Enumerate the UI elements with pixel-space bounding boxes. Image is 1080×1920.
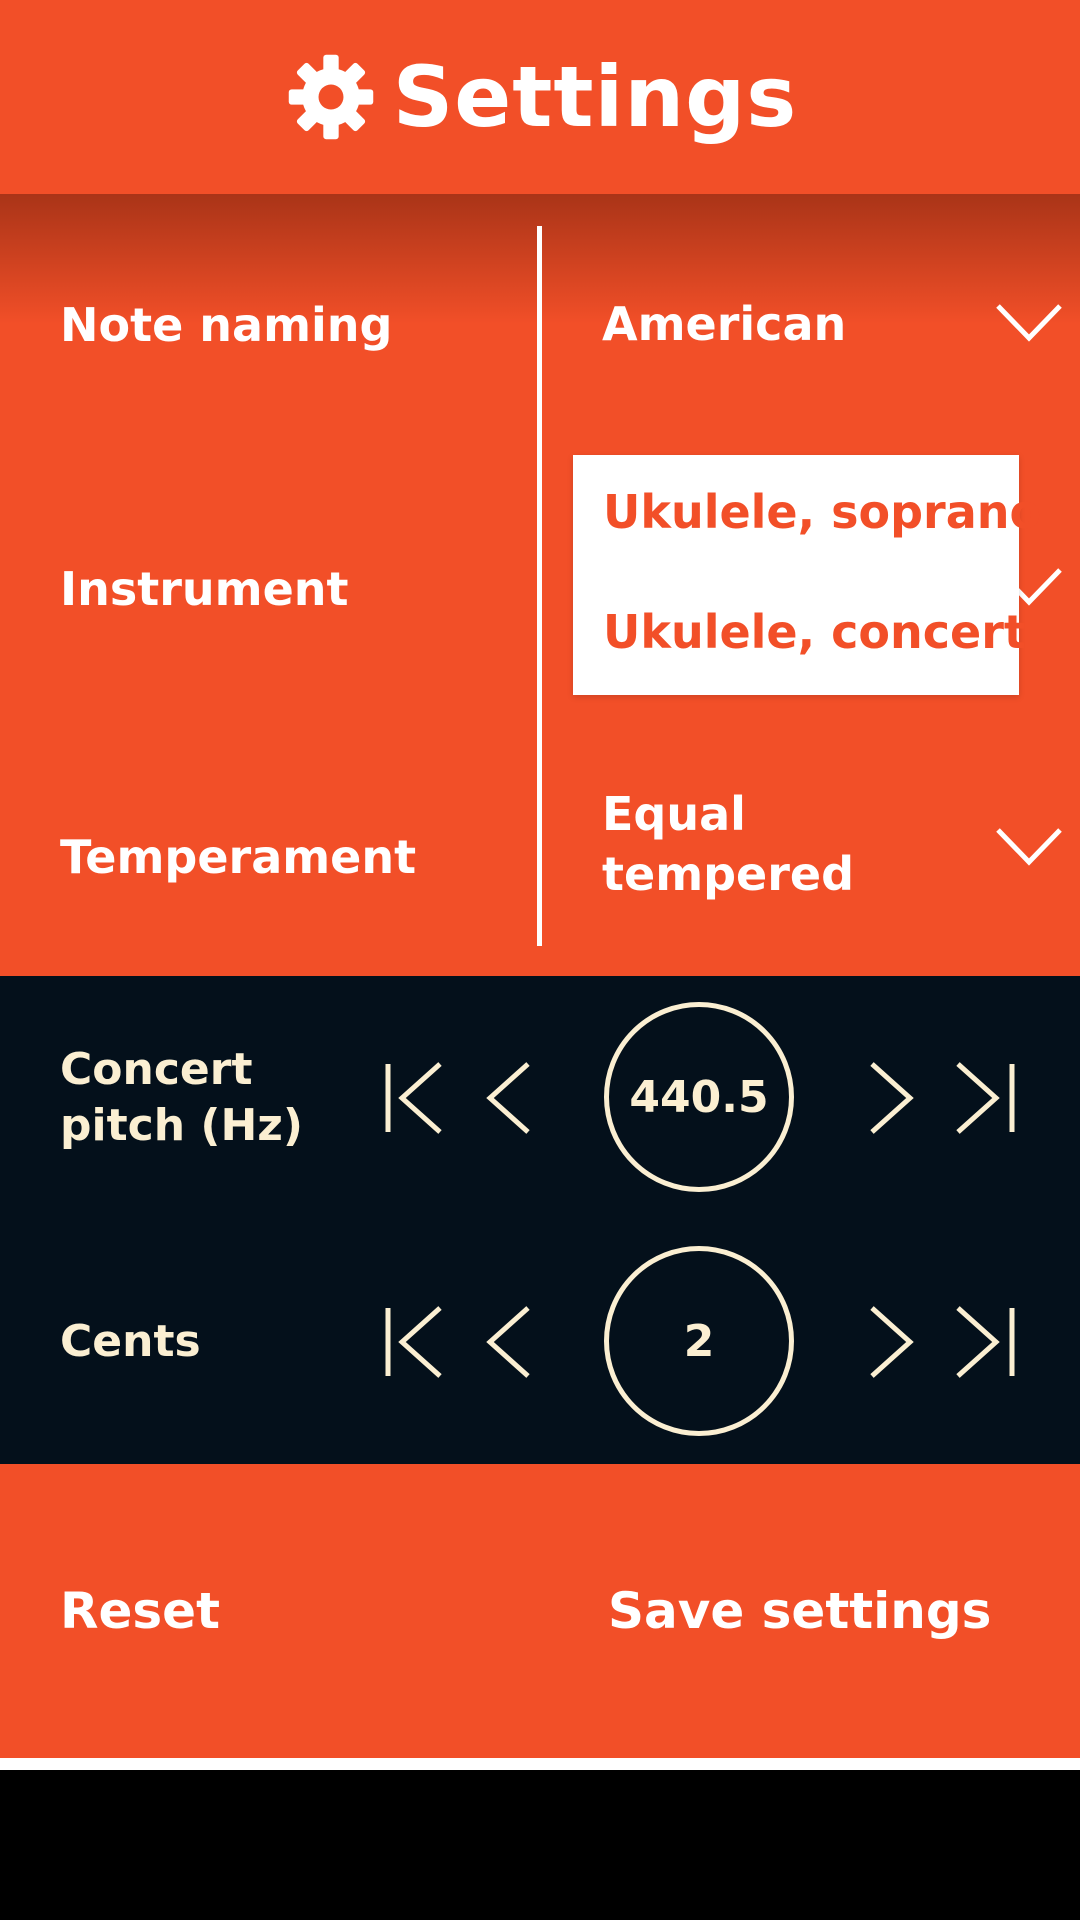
save-settings-button[interactable]: Save settings — [608, 1464, 991, 1758]
dropdown-item[interactable]: Ukulele, concert — [603, 605, 1026, 659]
cents-label: Cents — [60, 1316, 201, 1367]
chevron-left-icon[interactable] — [480, 1058, 550, 1138]
options-panel: Note naming American Instrument Temperam… — [0, 194, 1080, 976]
concert-pitch-label: Concert pitch (Hz) — [60, 1042, 303, 1154]
footer: Reset Save settings — [0, 1464, 1080, 1758]
skip-last-icon[interactable] — [952, 1058, 1022, 1138]
chevron-right-icon[interactable] — [862, 1058, 932, 1138]
note-naming-select[interactable]: American — [602, 294, 846, 354]
cents-value[interactable]: 2 — [604, 1246, 794, 1436]
nav-bar-area — [0, 1770, 1080, 1920]
chevron-right-icon[interactable] — [862, 1302, 932, 1382]
skip-first-icon[interactable] — [380, 1302, 450, 1382]
pitch-panel: Concert pitch (Hz) 440.5 Cents 2 — [0, 976, 1080, 1464]
chevron-down-icon[interactable] — [994, 300, 1064, 344]
reset-button[interactable]: Reset — [60, 1464, 220, 1758]
concert-pitch-label-line2: pitch (Hz) — [60, 1100, 303, 1151]
temperament-label: Temperament — [60, 830, 417, 884]
temperament-value-line2: tempered — [602, 847, 855, 901]
column-divider — [537, 226, 542, 946]
instrument-dropdown: Ukulele, soprano Ukulele, concert — [573, 455, 1041, 695]
chevron-down-icon[interactable] — [994, 824, 1064, 868]
dropdown-item[interactable]: Ukulele, soprano — [603, 485, 1041, 539]
footer-divider — [0, 1758, 1080, 1770]
header: Settings — [0, 0, 1080, 194]
page-title: Settings — [392, 48, 798, 146]
skip-first-icon[interactable] — [380, 1058, 450, 1138]
concert-pitch-value[interactable]: 440.5 — [604, 1002, 794, 1192]
concert-pitch-label-line1: Concert — [60, 1044, 253, 1095]
instrument-label: Instrument — [60, 562, 349, 616]
skip-last-icon[interactable] — [952, 1302, 1022, 1382]
note-naming-label: Note naming — [60, 298, 393, 352]
temperament-select[interactable]: Equal tempered — [602, 784, 854, 904]
temperament-value-line1: Equal — [602, 787, 746, 841]
gear-icon — [288, 54, 373, 140]
chevron-left-icon[interactable] — [480, 1302, 550, 1382]
